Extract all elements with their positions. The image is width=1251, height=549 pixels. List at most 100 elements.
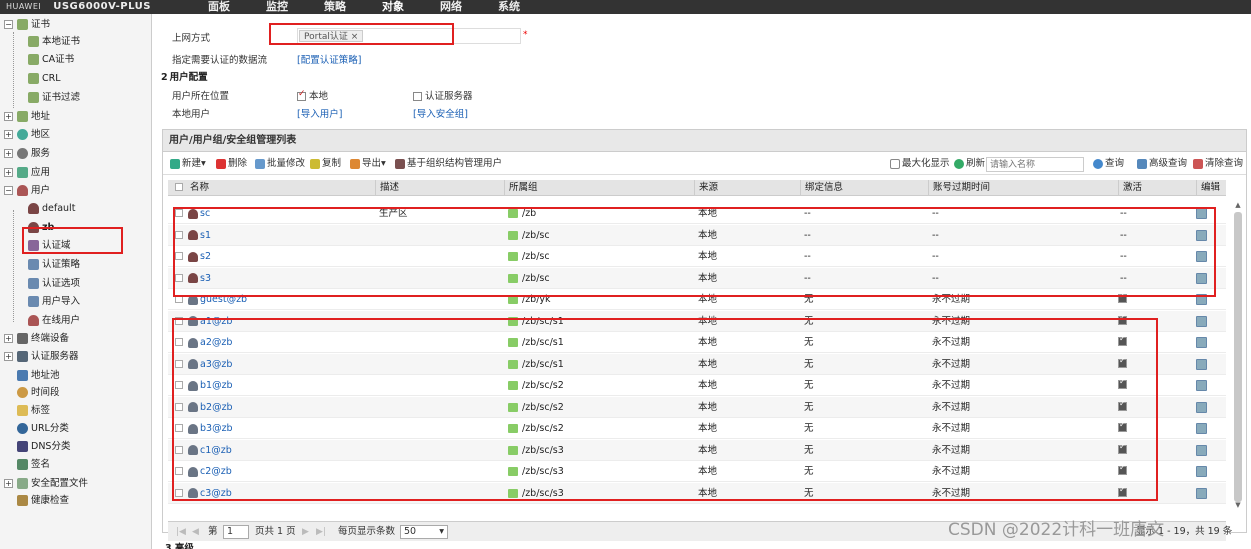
nav-tab-5[interactable]: 系统 (480, 0, 538, 14)
row-name[interactable]: a1@zb (188, 311, 232, 332)
table-row[interactable]: s2/zb/sc 本地 -- -- -- (168, 246, 1226, 267)
sidebar-item-23[interactable]: DNS分类 (4, 438, 70, 455)
row-name[interactable]: sc (188, 203, 210, 224)
expand-icon[interactable]: + (4, 112, 13, 121)
row-checkbox[interactable] (175, 252, 183, 260)
sidebar-item-5[interactable]: + 地址 (4, 108, 50, 125)
active-checkbox[interactable] (1118, 420, 1127, 432)
row-checkbox[interactable] (175, 424, 183, 432)
batch-edit-button[interactable]: 批量修改 (255, 157, 305, 171)
sidebar-item-22[interactable]: URL分类 (4, 420, 69, 437)
table-row[interactable]: a3@zb/zb/sc/s1 本地 无 永不过期 (168, 353, 1226, 375)
sidebar-item-26[interactable]: 健康检查 (4, 492, 69, 509)
table-row[interactable]: c3@zb/zb/sc/s3 本地 无 永不过期 (168, 482, 1226, 504)
org-manage-button[interactable]: 基于组织结构管理用户 (395, 157, 502, 171)
edit-icon[interactable] (1196, 380, 1207, 391)
row-name[interactable]: s3 (188, 268, 211, 289)
query-button[interactable]: 查询 (1093, 157, 1124, 171)
sidebar-item-21[interactable]: 标签 (4, 402, 50, 419)
per-page-select[interactable]: 50 ▾ (400, 525, 448, 539)
row-name[interactable]: s2 (188, 246, 211, 267)
row-name[interactable]: c2@zb (188, 461, 232, 482)
row-name[interactable]: a2@zb (188, 332, 232, 353)
row-checkbox[interactable] (175, 316, 183, 325)
nav-tab-3[interactable]: 对象 (364, 0, 422, 14)
edit-icon[interactable] (1196, 229, 1207, 241)
active-checkbox[interactable] (1118, 313, 1127, 325)
expand-icon[interactable]: + (4, 130, 13, 139)
table-row[interactable]: b3@zb/zb/sc/s2 本地 无 永不过期 (168, 418, 1226, 439)
row-checkbox[interactable] (175, 402, 183, 411)
row-name[interactable]: a3@zb (188, 354, 232, 375)
edit-icon[interactable] (1196, 294, 1207, 305)
refresh-button[interactable]: 刷新 (954, 157, 985, 171)
sidebar-item-9[interactable]: − 用户 (4, 182, 50, 199)
advanced-query-button[interactable]: 高级查询 (1137, 157, 1187, 171)
page-number-input[interactable]: 1 (223, 525, 249, 539)
tag-close-icon[interactable]: × (351, 32, 359, 42)
sidebar-item-20[interactable]: 时间段 (4, 384, 60, 401)
sidebar-item-4[interactable]: 证书过滤 (28, 89, 80, 106)
expand-icon[interactable]: + (4, 168, 13, 177)
active-checkbox[interactable] (1118, 485, 1127, 497)
sidebar-item-16[interactable]: 在线用户 (28, 312, 80, 329)
sidebar-item-1[interactable]: 本地证书 (28, 33, 80, 50)
sidebar-item-10[interactable]: default (28, 200, 75, 217)
location-local-checkbox[interactable] (297, 89, 306, 101)
row-checkbox[interactable] (175, 209, 183, 217)
column-header-1[interactable]: 描述 (375, 180, 399, 196)
sidebar-item-19[interactable]: 地址池 (4, 367, 60, 384)
row-name[interactable]: s1 (188, 225, 211, 246)
row-checkbox[interactable] (175, 273, 183, 282)
sidebar-item-13[interactable]: 认证策略 (28, 256, 80, 273)
edit-icon[interactable] (1196, 487, 1207, 499)
edit-icon[interactable] (1196, 401, 1207, 413)
scroll-up-icon[interactable]: ▲ (1233, 200, 1243, 210)
column-header-0[interactable]: 名称 (186, 180, 209, 196)
edit-icon[interactable] (1196, 337, 1207, 348)
column-header-7[interactable]: 编辑 (1196, 180, 1220, 196)
new-button[interactable]: 新建▾ (170, 157, 206, 171)
table-scrollbar[interactable]: ▲ ▼ (1233, 200, 1243, 510)
row-checkbox[interactable] (175, 230, 183, 239)
active-checkbox[interactable] (1118, 291, 1127, 303)
copy-button[interactable]: 复制 (310, 157, 341, 171)
nav-tab-1[interactable]: 监控 (248, 0, 306, 14)
clear-query-button[interactable]: 清除查询 (1193, 157, 1243, 171)
active-checkbox[interactable] (1118, 463, 1127, 475)
sidebar-item-24[interactable]: 签名 (4, 456, 50, 473)
column-header-6[interactable]: 激活 (1118, 180, 1142, 196)
row-name[interactable]: b2@zb (188, 397, 233, 418)
table-row[interactable]: b1@zb/zb/sc/s2 本地 无 永不过期 (168, 375, 1226, 396)
location-server-checkbox[interactable] (413, 92, 422, 101)
import-security-group-link[interactable]: [导入安全组] (413, 106, 468, 120)
config-auth-policy-link[interactable]: [配置认证策略] (297, 52, 361, 66)
table-row[interactable]: a1@zb/zb/sc/s1 本地 无 永不过期 (168, 310, 1226, 332)
access-method-tag[interactable]: Portal认证 × (299, 30, 364, 42)
row-name[interactable]: guest@zb (188, 289, 247, 310)
row-checkbox[interactable] (175, 359, 183, 368)
column-header-5[interactable]: 账号过期时间 (928, 180, 990, 196)
sidebar-item-25[interactable]: + 安全配置文件 (4, 475, 88, 492)
next-page-icon[interactable]: ▶ (302, 525, 309, 539)
export-button[interactable]: 导出▾ (350, 157, 386, 171)
row-checkbox[interactable] (175, 338, 183, 346)
sidebar-item-3[interactable]: CRL (28, 70, 61, 87)
last-page-icon[interactable]: ▶| (316, 525, 326, 539)
expand-icon[interactable]: + (4, 334, 13, 343)
maximize-toggle[interactable]: 最大化显示 (890, 157, 950, 171)
row-checkbox[interactable] (175, 295, 183, 303)
sidebar-item-18[interactable]: + 认证服务器 (4, 348, 79, 365)
nav-tab-2[interactable]: 策略 (306, 0, 364, 14)
expand-icon[interactable]: + (4, 352, 13, 361)
row-name[interactable]: b1@zb (188, 375, 233, 396)
expand-icon[interactable]: + (4, 479, 13, 488)
edit-icon[interactable] (1196, 423, 1207, 434)
table-row[interactable]: s3/zb/sc 本地 -- -- -- (168, 267, 1226, 289)
edit-icon[interactable] (1196, 358, 1207, 370)
table-row[interactable]: guest@zb/zb/yk 本地 无 永不过期 (168, 289, 1226, 310)
collapse-icon[interactable]: − (4, 20, 13, 29)
table-row[interactable]: c2@zb/zb/sc/s3 本地 无 永不过期 (168, 461, 1226, 482)
sidebar-item-6[interactable]: + 地区 (4, 126, 50, 143)
row-name[interactable]: b3@zb (188, 418, 233, 439)
